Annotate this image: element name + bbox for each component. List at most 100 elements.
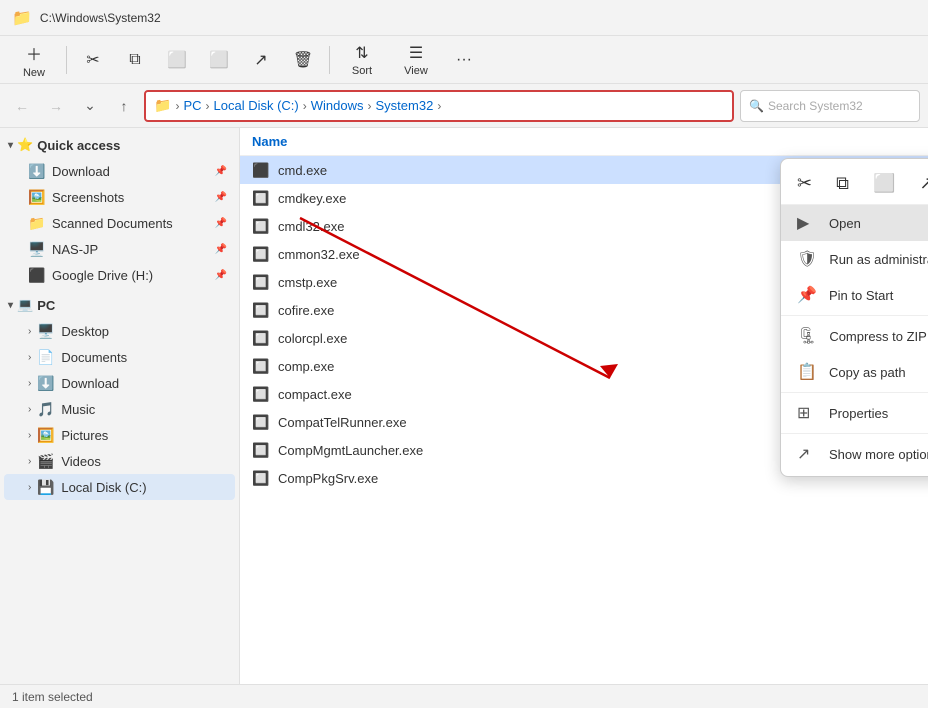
file-list: Name ⬛ cmd.exe 🔲 cmdkey.exe 🔲 cmdl32.exe… [240, 128, 928, 684]
forward-button[interactable]: → [42, 92, 70, 120]
ctx-copy-path-label: Copy as path [829, 365, 906, 380]
ctx-copy-path-icon: 📋 [797, 362, 817, 382]
quick-access-chevron: ▾ [8, 140, 13, 151]
copy-button[interactable]: ⧉ [115, 40, 155, 80]
back-button[interactable]: ← [8, 92, 36, 120]
sidebar-item-videos[interactable]: › 🎬 Videos [4, 448, 235, 474]
file-list-header: Name [240, 128, 928, 156]
sidebar-item-scanned-docs[interactable]: 📁 Scanned Documents 📌 [4, 210, 235, 236]
download-pc-chevron: › [28, 378, 31, 389]
pc-chevron: ▾ [8, 300, 13, 311]
cut-button[interactable]: ✂ [73, 40, 113, 80]
pc-icon: 💻 [17, 297, 33, 313]
pictures-chevron: › [28, 430, 31, 441]
sidebar-music-label: Music [61, 402, 95, 417]
sort-button[interactable]: ⇅ Sort [336, 40, 388, 80]
view-button[interactable]: ☰ View [390, 40, 442, 80]
pc-label: PC [37, 298, 55, 313]
comp-name: comp.exe [278, 359, 334, 374]
sidebar-item-local-disk[interactable]: › 💾 Local Disk (C:) [4, 474, 235, 500]
compattelrunner-name: CompatTelRunner.exe [278, 415, 407, 430]
ctx-show-more-label: Show more options [829, 447, 928, 462]
breadcrumb-pc[interactable]: PC [183, 98, 201, 113]
ctx-separator-2 [781, 392, 928, 393]
search-icon: 🔍 [749, 99, 764, 113]
ctx-compress-icon: 🗜 [797, 326, 817, 346]
cmd-icon: ⬛ [252, 161, 270, 179]
rename-button[interactable]: ⬜ [199, 40, 239, 80]
paste-button[interactable]: ⬜ [157, 40, 197, 80]
videos-chevron: › [28, 456, 31, 467]
ctx-properties[interactable]: ⊞ Properties Alt+Enter [781, 395, 928, 431]
title-bar-path: C:\Windows\System32 [40, 11, 161, 25]
sidebar-item-download-quick[interactable]: ⬇️ Download 📌 [4, 158, 235, 184]
sidebar-item-google-drive[interactable]: ⬛ Google Drive (H:) 📌 [4, 262, 235, 288]
ctx-pin-label: Pin to Start [829, 288, 893, 303]
context-toolbar: ✂ ⧉ ⬜ ↗ 🗑 [781, 163, 928, 205]
sidebar-item-pictures[interactable]: › 🖼️ Pictures [4, 422, 235, 448]
compmgmtlauncher-name: CompMgmtLauncher.exe [278, 443, 423, 458]
breadcrumb[interactable]: 📁 › PC › Local Disk (C:) › Windows › Sys… [144, 90, 734, 122]
ctx-pin-start[interactable]: 📌 Pin to Start [781, 277, 928, 313]
scanned-docs-icon: 📁 [28, 215, 46, 232]
new-label: New [23, 67, 45, 79]
sort-icon: ⇅ [355, 43, 368, 63]
breadcrumb-windows[interactable]: Windows [311, 98, 364, 113]
up-button[interactable]: ↑ [110, 92, 138, 120]
cmdkey-icon: 🔲 [252, 189, 270, 207]
ctx-compress-label: Compress to ZIP file [829, 329, 928, 344]
status-text: 1 item selected [12, 690, 93, 704]
cofire-name: cofire.exe [278, 303, 334, 318]
title-bar: 📁 C:\Windows\System32 [0, 0, 928, 36]
ctx-copy-button[interactable]: ⧉ [832, 169, 853, 198]
ctx-compress-zip[interactable]: 🗜 Compress to ZIP file [781, 318, 928, 354]
sidebar-documents-label: Documents [61, 350, 127, 365]
ctx-open[interactable]: ▶ Open Enter [781, 205, 928, 241]
more-button[interactable]: ··· [444, 40, 484, 80]
pin-icon-download: 📌 [215, 166, 227, 177]
compattelrunner-icon: 🔲 [252, 413, 270, 431]
sort-label: Sort [352, 65, 372, 77]
ctx-run-admin[interactable]: 🛡 Run as administrator [781, 241, 928, 277]
main-layout: ▾ ⭐ Quick access ⬇️ Download 📌 🖼️ Screen… [0, 128, 928, 684]
ctx-cut-button[interactable]: ✂ [793, 169, 816, 198]
comp-icon: 🔲 [252, 357, 270, 375]
sidebar-item-documents[interactable]: › 📄 Documents [4, 344, 235, 370]
context-menu: ✂ ⧉ ⬜ ↗ 🗑 ▶ Open Enter 🛡 Run as administ… [780, 158, 928, 477]
breadcrumb-system32[interactable]: System32 [376, 98, 434, 113]
sidebar-download-label: Download [52, 164, 110, 179]
sidebar-item-screenshots[interactable]: 🖼️ Screenshots 📌 [4, 184, 235, 210]
music-chevron: › [28, 404, 31, 415]
name-column-header: Name [252, 134, 287, 149]
pin-icon-gdrive: 📌 [215, 270, 227, 281]
ctx-share-button[interactable]: ↗ [915, 169, 928, 198]
sidebar-item-nas[interactable]: 🖥️ NAS-JP 📌 [4, 236, 235, 262]
share-button[interactable]: ↗ [241, 40, 281, 80]
nas-icon: 🖥️ [28, 241, 46, 258]
colorcpl-name: colorcpl.exe [278, 331, 347, 346]
ctx-copy-path[interactable]: 📋 Copy as path [781, 354, 928, 390]
sidebar-pc-header[interactable]: ▾ 💻 PC [0, 292, 239, 318]
recent-button[interactable]: ⌄ [76, 92, 104, 120]
sidebar-item-download-pc[interactable]: › ⬇️ Download [4, 370, 235, 396]
sidebar-screenshots-label: Screenshots [52, 190, 124, 205]
sidebar-item-music[interactable]: › 🎵 Music [4, 396, 235, 422]
sidebar-quick-access-header[interactable]: ▾ ⭐ Quick access [0, 132, 239, 158]
sidebar-scanned-label: Scanned Documents [52, 216, 173, 231]
cmd-name: cmd.exe [278, 163, 327, 178]
download-icon: ⬇️ [28, 163, 46, 180]
new-button[interactable]: ＋ New [8, 40, 60, 80]
ctx-separator-3 [781, 433, 928, 434]
toolbar-separator-2 [329, 46, 330, 74]
music-icon: 🎵 [37, 401, 55, 418]
cmdkey-name: cmdkey.exe [278, 191, 346, 206]
ctx-show-more[interactable]: ↗ Show more options Shift+F10 [781, 436, 928, 472]
sidebar-item-desktop[interactable]: › 🖥️ Desktop [4, 318, 235, 344]
local-disk-chevron: › [28, 482, 31, 493]
sidebar: ▾ ⭐ Quick access ⬇️ Download 📌 🖼️ Screen… [0, 128, 240, 684]
delete-button[interactable]: 🗑 [283, 40, 323, 80]
search-box[interactable]: 🔍 Search System32 [740, 90, 920, 122]
breadcrumb-c[interactable]: Local Disk (C:) [214, 98, 299, 113]
sidebar-pictures-label: Pictures [61, 428, 108, 443]
ctx-paste-button[interactable]: ⬜ [869, 169, 899, 198]
